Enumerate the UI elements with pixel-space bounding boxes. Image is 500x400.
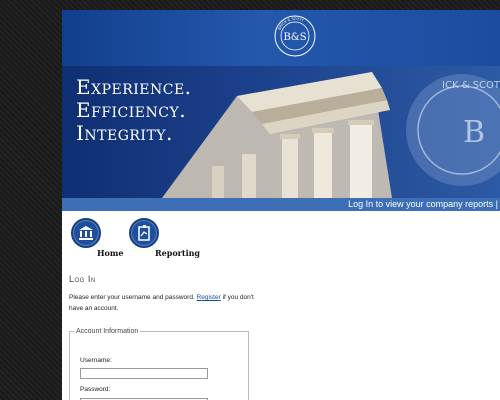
register-link[interactable]: Register <box>197 294 221 301</box>
tagline-line-3: Integrity. <box>76 121 173 145</box>
svg-text:B: B <box>463 115 485 150</box>
tagline-line-2: Efficiency. <box>76 98 187 122</box>
account-information-fieldset: Account Information Username: Password: <box>69 328 249 400</box>
hero-banner: B ICK & SCOTT Experience. Efficiency. In… <box>62 66 500 198</box>
logo-initials: B&S <box>283 32 306 43</box>
header-bar: B&S BRICK & SCOTT <box>62 10 500 66</box>
info-strip: Log In to view your company reports | <box>62 198 500 211</box>
seal-text: ICK & SCOTT <box>442 80 500 91</box>
report-document-icon <box>138 225 150 241</box>
company-logo: B&S BRICK & SCOTT <box>274 15 316 57</box>
strip-text: Log In to view your company reports | <box>348 199 498 209</box>
bank-building-icon <box>79 226 93 240</box>
hero-tagline: Experience. Efficiency. Integrity. <box>76 76 192 145</box>
login-title: Log In <box>69 274 96 284</box>
main-page: B&S BRICK & SCOTT B ICK & SCOTT Experien… <box>62 10 500 400</box>
username-label: Username: <box>80 357 112 364</box>
nav-home-label[interactable]: Home <box>97 248 123 258</box>
login-instructions: Please enter your username and password.… <box>69 292 259 314</box>
fieldset-legend: Account Information <box>76 328 139 335</box>
username-input[interactable] <box>80 368 208 379</box>
tagline-line-1: Experience. <box>76 75 192 99</box>
reporting-nav-button[interactable] <box>129 218 159 248</box>
nav-reporting-label[interactable]: Reporting <box>155 248 200 258</box>
password-label: Password: <box>80 386 111 393</box>
home-nav-button[interactable] <box>71 218 101 248</box>
intro-text-before: Please enter your username and password. <box>69 294 197 301</box>
